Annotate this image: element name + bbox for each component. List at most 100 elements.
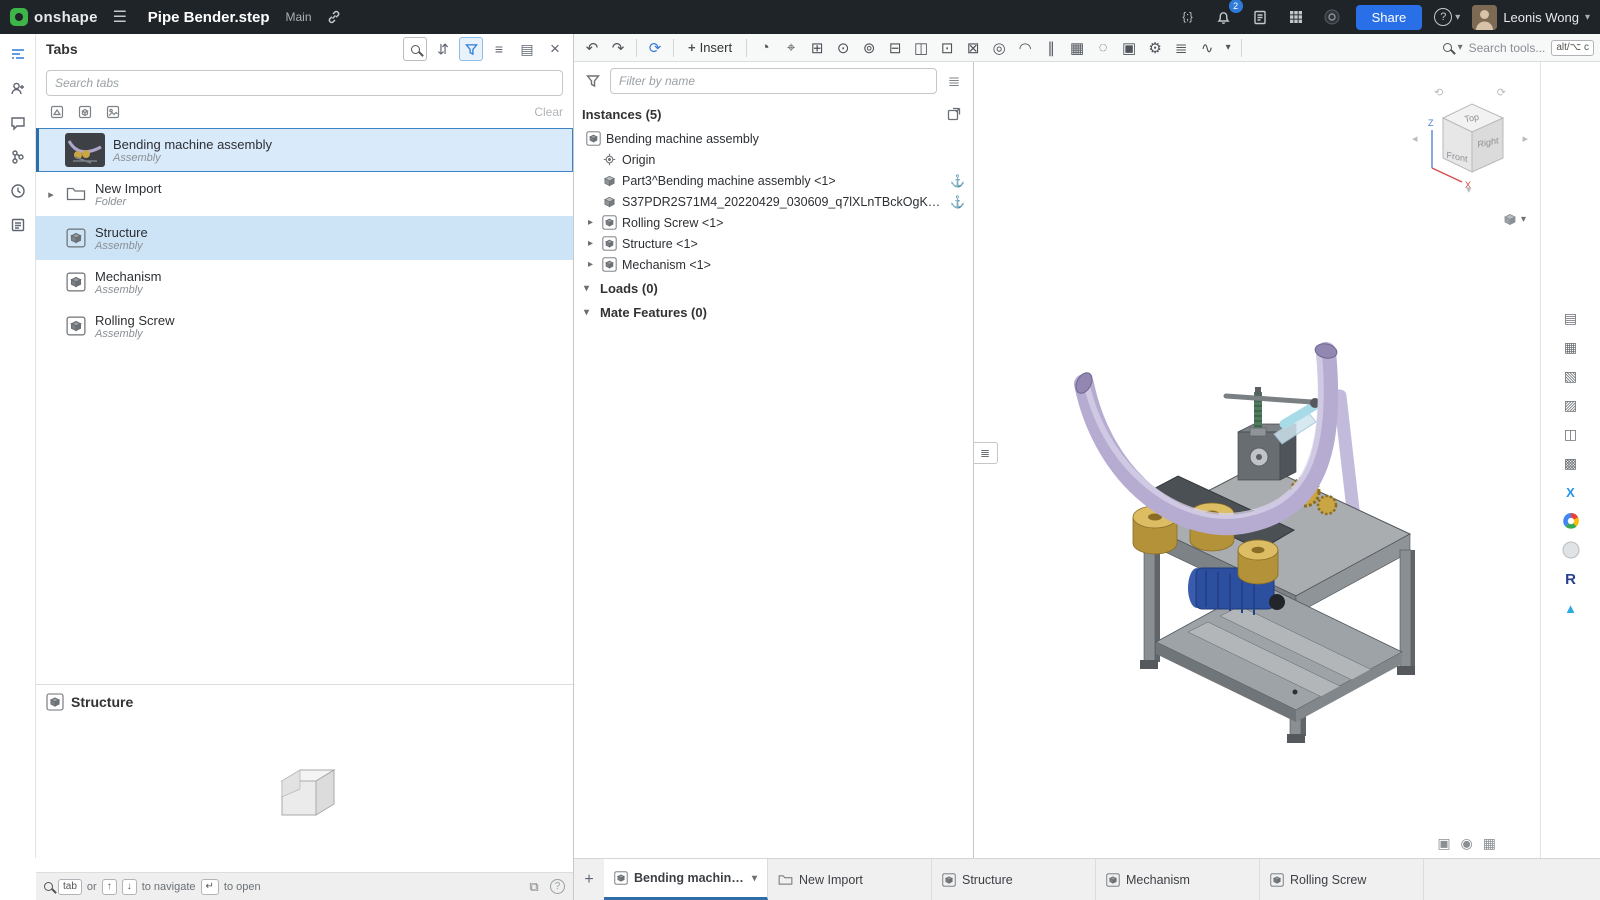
appearance-panel-icon[interactable]: ▩	[1559, 452, 1583, 474]
filter-import-icon[interactable]	[102, 102, 124, 122]
cylindrical-mate-icon[interactable]: ⊡	[935, 36, 959, 60]
detail-view-icon[interactable]: ▤	[515, 37, 539, 61]
close-panel-icon[interactable]: ×	[543, 37, 567, 61]
tab-item-bending-machine-assembly[interactable]: ▸ Bending machine assembly Assembly	[36, 128, 573, 172]
invite-user-icon[interactable]	[5, 76, 31, 102]
properties-icon[interactable]	[5, 212, 31, 238]
app-google-icon[interactable]	[1560, 510, 1582, 532]
share-link-icon[interactable]	[322, 5, 346, 29]
filter-partstudio-icon[interactable]	[46, 102, 68, 122]
roll-cw-icon[interactable]: ⟳	[1497, 86, 1506, 99]
group-icon[interactable]: ⊞	[805, 36, 829, 60]
main-menu-icon[interactable]: ☰	[108, 5, 132, 29]
open-preview-icon[interactable]: ⧉	[523, 877, 545, 897]
snapshot-icon[interactable]: ◔	[753, 36, 777, 60]
notifications-bell-icon[interactable]: 2	[1212, 0, 1243, 29]
app-store-grid-icon[interactable]	[1284, 5, 1308, 29]
graphics-viewport[interactable]: ≣ Top Front Right Z X ◂ ▸ ⟲ ⟳ ▾ ▾ ▣ ◉ ▦	[974, 62, 1540, 858]
search-tools[interactable]: ▾ Search tools... alt/⌥ c	[1442, 39, 1594, 56]
configurations-panel-icon[interactable]: ▦	[1559, 336, 1583, 358]
view-options-menu[interactable]: ▾	[1502, 212, 1526, 226]
doc-tab-new-import[interactable]: New Import	[768, 859, 932, 900]
doc-tab-rolling-screw[interactable]: Rolling Screw	[1260, 859, 1424, 900]
app-x-icon[interactable]: X	[1560, 481, 1582, 503]
share-button[interactable]: Share	[1355, 4, 1423, 30]
rotate-left-arrow-icon[interactable]: ◂	[1412, 132, 1418, 145]
mate-icon[interactable]: ⌖	[779, 36, 803, 60]
screw-relation-icon[interactable]: ∿	[1195, 36, 1219, 60]
instances-filter-icon[interactable]	[582, 70, 604, 92]
display-states-panel-icon[interactable]: ▨	[1559, 394, 1583, 416]
search-icon[interactable]	[403, 37, 427, 61]
environment-icon[interactable]: ◉	[1461, 835, 1473, 852]
planar-mate-icon[interactable]: ◫	[909, 36, 933, 60]
rack-pinion-relation-icon[interactable]: ≣	[1169, 36, 1193, 60]
panel-collapse-handle[interactable]: ≣	[974, 442, 998, 464]
document-title[interactable]: Pipe Bender.step	[148, 9, 270, 26]
tree-item-rolling-screw[interactable]: ▸ Rolling Screw <1>	[574, 212, 973, 233]
comments-icon[interactable]	[5, 110, 31, 136]
roll-ccw-icon[interactable]: ⟲	[1434, 86, 1443, 99]
branch-label[interactable]: Main	[286, 10, 312, 24]
rotate-right-arrow-icon[interactable]: ▸	[1522, 132, 1528, 145]
insert-button[interactable]: + Insert	[680, 36, 740, 60]
revolute-mate-icon[interactable]: ⊚	[857, 36, 881, 60]
doc-tab-structure[interactable]: Structure	[932, 859, 1096, 900]
tab-item-new-import[interactable]: ▸ New Import Folder	[36, 172, 573, 216]
add-instance-icon[interactable]	[943, 104, 965, 124]
versions-icon[interactable]	[5, 144, 31, 170]
tabs-panel-toggle-icon[interactable]	[5, 42, 31, 68]
dev-tools-icon[interactable]: {;}	[1176, 5, 1200, 29]
tab-item-rolling-screw[interactable]: ▸ Rolling Screw Assembly	[36, 304, 573, 348]
history-icon[interactable]	[5, 178, 31, 204]
printer-icon[interactable]: ▦	[1483, 835, 1496, 852]
slider-mate-icon[interactable]: ⊟	[883, 36, 907, 60]
named-views-panel-icon[interactable]: ▧	[1559, 365, 1583, 387]
tab-item-mechanism[interactable]: ▸ Mechanism Assembly	[36, 260, 573, 304]
tab-item-structure[interactable]: ▸ Structure Assembly	[36, 216, 573, 260]
mate-connector-icon[interactable]: ⊙	[831, 36, 855, 60]
filter-icon[interactable]	[459, 37, 483, 61]
app-r-icon[interactable]: R	[1560, 568, 1582, 590]
rotate-down-arrow-icon[interactable]: ▾	[1466, 183, 1472, 196]
tree-item-s37pdr[interactable]: S37PDR2S71M4_20220429_030609_q7lXLnTBckO…	[574, 191, 973, 212]
add-tab-button[interactable]: +	[574, 859, 604, 900]
redo-icon[interactable]: ↷	[606, 36, 630, 60]
loads-section[interactable]: ▾ Loads (0)	[574, 277, 973, 299]
expand-icon[interactable]: ▸	[588, 259, 600, 270]
clear-filters-button[interactable]: Clear	[534, 105, 563, 119]
pin-slot-mate-icon[interactable]: ⊠	[961, 36, 985, 60]
undo-icon[interactable]: ↶	[580, 36, 604, 60]
user-menu[interactable]: Leonis Wong ▾	[1472, 4, 1590, 30]
circular-pattern-icon[interactable]: ◌	[1091, 36, 1115, 60]
parallel-relation-icon[interactable]: ∥	[1039, 36, 1063, 60]
replicate-icon[interactable]: ▣	[1117, 36, 1141, 60]
sort-icon[interactable]: ⇵	[431, 37, 455, 61]
tabs-search-input[interactable]	[46, 70, 563, 96]
tangent-mate-icon[interactable]: ◠	[1013, 36, 1037, 60]
doc-tab-caret-icon[interactable]: ▾	[752, 873, 757, 884]
sectioning-panel-icon[interactable]: ◫	[1559, 423, 1583, 445]
expand-icon[interactable]: ▸	[588, 238, 600, 249]
sheets-icon[interactable]: ▣	[1437, 835, 1450, 852]
expand-folder-icon[interactable]: ▸	[45, 188, 57, 201]
expand-icon[interactable]: ▸	[588, 217, 600, 228]
doc-tab-mechanism[interactable]: Mechanism	[1096, 859, 1260, 900]
doc-tab-bending-machine-assembly[interactable]: Bending machine asse... ▾	[604, 859, 768, 900]
filter-assembly-icon[interactable]	[74, 102, 96, 122]
footer-help-icon[interactable]: ?	[550, 879, 565, 894]
bom-panel-icon[interactable]: ▤	[1559, 307, 1583, 329]
fixed-icon[interactable]: ⚓	[950, 195, 965, 209]
tree-item-structure[interactable]: ▸ Structure <1>	[574, 233, 973, 254]
app-triangle-icon[interactable]: ▲	[1560, 597, 1582, 619]
list-view-icon[interactable]: ≡	[487, 37, 511, 61]
view-cube[interactable]: Top Front Right Z X ◂ ▸ ⟲ ⟳ ▾	[1410, 80, 1530, 210]
update-linked-icon[interactable]: ⟳	[643, 36, 667, 60]
fixed-icon[interactable]: ⚓	[950, 174, 965, 188]
tree-item-origin[interactable]: Origin	[574, 149, 973, 170]
linear-pattern-icon[interactable]: ▦	[1065, 36, 1089, 60]
toolbar-overflow-caret-icon[interactable]: ▾	[1221, 36, 1235, 60]
app-sphere-icon[interactable]	[1560, 539, 1582, 561]
ball-mate-icon[interactable]: ◎	[987, 36, 1011, 60]
release-notes-icon[interactable]	[1248, 5, 1272, 29]
